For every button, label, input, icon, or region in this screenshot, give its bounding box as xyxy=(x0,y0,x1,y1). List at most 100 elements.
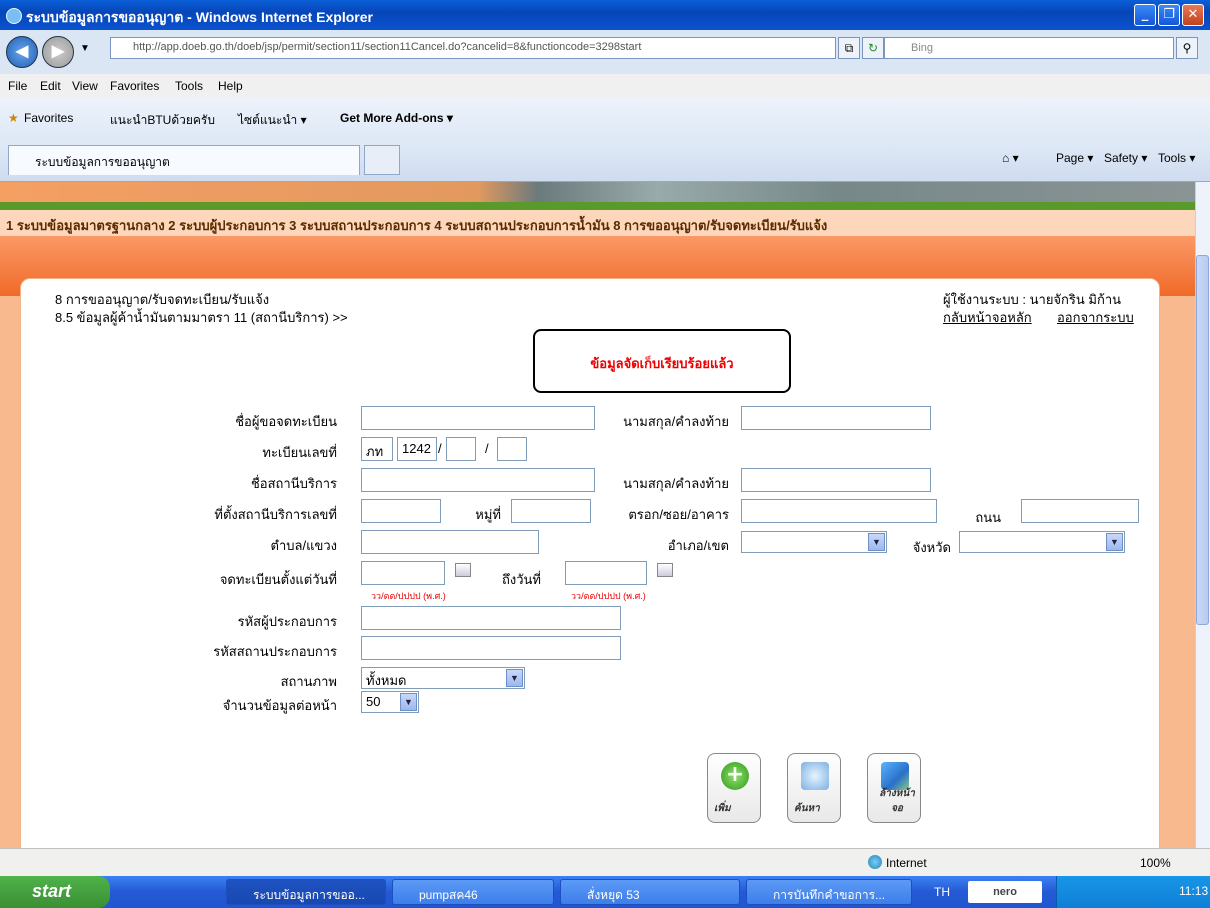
favorites-button[interactable]: Favorites xyxy=(24,111,73,125)
calendar-icon[interactable] xyxy=(455,563,471,577)
favorites-bar: ★ Favorites แนะนำBTUด้วยครับ ไซต์แนะนำ ▾… xyxy=(0,98,1210,142)
tambon-input[interactable] xyxy=(361,530,539,554)
refresh-icon[interactable]: ↻ xyxy=(862,37,884,59)
tools-menu[interactable]: Tools ▾ xyxy=(1158,151,1195,165)
fav-item-suggested[interactable]: ไซต์แนะนำ ▾ xyxy=(238,111,307,130)
safety-menu[interactable]: Safety ▾ xyxy=(1104,151,1147,165)
home-icon[interactable]: ⌂ ▾ xyxy=(1002,151,1019,165)
page-menu[interactable]: Page ▾ xyxy=(1056,151,1093,165)
status-label: สถานภาพ xyxy=(280,674,337,689)
system-nav[interactable]: 1 ระบบข้อมูลมาตรฐานกลาง 2 ระบบผู้ประกอบก… xyxy=(0,210,1195,236)
reg-from-input[interactable] xyxy=(361,561,445,585)
applicant-name-label: ชื่อผู้ขอจดทะเบียน xyxy=(235,414,337,429)
location-no-input[interactable] xyxy=(361,499,441,523)
task-ie[interactable]: ระบบข้อมูลการขออ... xyxy=(226,879,386,905)
search-input[interactable]: Bing xyxy=(884,37,1174,59)
logout-link[interactable]: ออกจากระบบ xyxy=(1057,307,1134,328)
tab-current[interactable]: ระบบข้อมูลการขออนุญาต xyxy=(8,145,360,175)
road-label: ถนน xyxy=(975,510,1001,525)
favorites-star-icon: ★ xyxy=(8,111,19,125)
reg-from-label: จดทะเบียนตั้งแต่วันที่ xyxy=(219,572,337,587)
surname1-label: นามสกุล/คำลงท้าย xyxy=(623,414,729,429)
soi-input[interactable] xyxy=(741,499,937,523)
reg-prefix-input[interactable]: ภท xyxy=(361,437,393,461)
establishment-code-label: รหัสสถานประกอบการ xyxy=(213,644,337,659)
menu-file[interactable]: File xyxy=(8,79,27,93)
surname2-input[interactable] xyxy=(741,468,931,492)
window-titlebar[interactable]: ระบบข้อมูลการขออนุญาต - Windows Internet… xyxy=(0,0,1210,30)
menu-edit[interactable]: Edit xyxy=(40,79,61,93)
search-icon[interactable]: ⚲ xyxy=(1176,37,1198,59)
amphoe-select[interactable]: ▼ xyxy=(741,531,887,553)
menu-help[interactable]: Help xyxy=(218,79,243,93)
task-pump[interactable]: pumpสค46 xyxy=(392,879,554,905)
clock: 11:13 xyxy=(1179,884,1209,898)
reg-to-input[interactable] xyxy=(565,561,647,585)
task-word[interactable]: การบันทึกคำขอการ... xyxy=(746,879,912,905)
plus-icon: + xyxy=(721,762,749,790)
establishment-code-input[interactable] xyxy=(361,636,621,660)
breadcrumb-2: 8.5 ข้อมูลผู้ค้าน้ำมันตามมาตรา 11 (สถานี… xyxy=(55,310,348,325)
tambon-label: ตำบล/แขวง xyxy=(270,538,338,553)
menu-view[interactable]: View xyxy=(72,79,98,93)
applicant-name-input[interactable] xyxy=(361,406,595,430)
clear-button-label: ล้างหน้าจอ xyxy=(879,788,915,814)
moo-label: หมู่ที่ xyxy=(475,507,501,522)
scrollbar-thumb[interactable] xyxy=(1196,255,1209,625)
operator-code-input[interactable] xyxy=(361,606,621,630)
amphoe-label: อำเภอ/เขต xyxy=(667,538,729,553)
slash-1: / xyxy=(438,441,442,456)
per-page-select[interactable]: 50 ▼ xyxy=(361,691,419,713)
calendar-icon[interactable] xyxy=(657,563,673,577)
history-dropdown-icon[interactable]: ▼ xyxy=(80,43,90,54)
fav-item-btu[interactable]: แนะนำBTUด้วยครับ xyxy=(110,111,215,130)
close-button[interactable]: ✕ xyxy=(1182,4,1204,26)
compat-view-icon[interactable]: ⧉ xyxy=(838,37,860,59)
address-toolbar: ◀ ▶ ▼ http://app.doeb.go.th/doeb/jsp/per… xyxy=(0,30,1210,74)
minimize-button[interactable]: _ xyxy=(1134,4,1156,26)
search-button-label: ค้นหา xyxy=(794,803,820,814)
menu-favorites[interactable]: Favorites xyxy=(110,79,159,93)
back-button[interactable]: ◀ xyxy=(6,36,38,68)
province-select[interactable]: ▼ xyxy=(959,531,1125,553)
globe-icon xyxy=(868,855,882,869)
add-button[interactable]: + เพิ่ม xyxy=(707,753,761,823)
task-folder[interactable]: สั่งหยุด 53 xyxy=(560,879,740,905)
search-button[interactable]: ค้นหา xyxy=(787,753,841,823)
moo-input[interactable] xyxy=(511,499,591,523)
chevron-down-icon: ▼ xyxy=(506,669,523,687)
new-tab-button[interactable] xyxy=(364,145,400,175)
address-input[interactable]: http://app.doeb.go.th/doeb/jsp/permit/se… xyxy=(110,37,836,59)
reg-number-input[interactable]: 1242 xyxy=(397,437,437,461)
magnifier-icon xyxy=(801,762,829,790)
reg-part3-input[interactable] xyxy=(446,437,476,461)
reg-part4-input[interactable] xyxy=(497,437,527,461)
language-indicator[interactable]: TH xyxy=(934,885,950,899)
clear-button[interactable]: ล้างหน้าจอ xyxy=(867,753,921,823)
operator-code-label: รหัสผู้ประกอบการ xyxy=(237,614,337,629)
date-hint-from: วว/ดด/ปปปป (พ.ศ.) xyxy=(371,591,446,601)
chevron-down-icon: ▼ xyxy=(868,533,885,551)
menu-tools[interactable]: Tools xyxy=(175,79,203,93)
station-name-label: ชื่อสถานีบริการ xyxy=(250,476,337,491)
surname1-input[interactable] xyxy=(741,406,931,430)
ie-icon xyxy=(6,8,22,24)
status-select[interactable]: ทั้งหมด ▼ xyxy=(361,667,525,689)
fav-item-addons[interactable]: Get More Add-ons ▾ xyxy=(340,111,453,125)
road-input[interactable] xyxy=(1021,499,1139,523)
start-button[interactable]: start xyxy=(0,876,110,908)
station-name-input[interactable] xyxy=(361,468,595,492)
per-page-label: จำนวนข้อมูลต่อหน้า xyxy=(222,698,337,713)
surname2-label: นามสกุล/คำลงท้าย xyxy=(623,476,729,491)
home-link[interactable]: กลับหน้าจอหลัก xyxy=(943,307,1032,328)
chevron-down-icon: ▼ xyxy=(400,693,417,711)
slash-2: / xyxy=(485,441,489,456)
forward-button[interactable]: ▶ xyxy=(42,36,74,68)
zoom-label[interactable]: 100% xyxy=(1140,856,1171,870)
page-viewport: 1 ระบบข้อมูลมาตรฐานกลาง 2 ระบบผู้ประกอบก… xyxy=(0,182,1195,848)
nero-search[interactable]: nero xyxy=(968,881,1042,903)
zone-label: Internet xyxy=(886,856,927,870)
location-no-label: ที่ตั้งสถานีบริการเลขที่ xyxy=(214,507,337,522)
menu-bar: File Edit View Favorites Tools Help xyxy=(0,74,1210,98)
maximize-button[interactable]: ❐ xyxy=(1158,4,1180,26)
